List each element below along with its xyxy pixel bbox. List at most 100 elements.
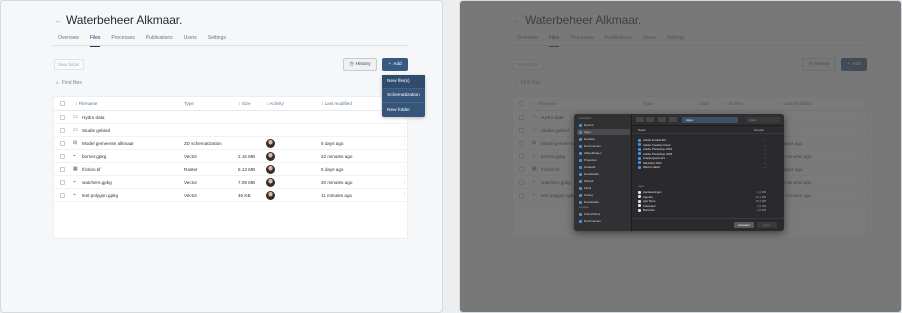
row-checkbox[interactable]	[60, 128, 65, 133]
folder-icon	[638, 138, 641, 142]
arrow-left-icon[interactable]: ←	[55, 18, 62, 25]
table-row[interactable]: ⌁ borner.gpkg Vector 2.15 MB 22 minutes ago ⋮	[54, 150, 407, 163]
sidebar-item[interactable]: Projecten	[577, 157, 630, 163]
folder-icon	[579, 186, 582, 190]
sidebar-item[interactable]: Apps	[577, 129, 630, 135]
page-title: Waterbeheer Alkmaar.	[66, 13, 183, 27]
sidebar-item[interactable]: Muziek	[577, 178, 630, 184]
table-row[interactable]: ⌁ test polygon.gpkg Vector 46 KB 11 minutes …	[54, 189, 407, 202]
cancel-button[interactable]: Annuleer	[734, 222, 754, 228]
row-checkbox[interactable]	[60, 141, 65, 146]
favorites-header: Favorieten	[579, 117, 592, 120]
list-item[interactable]: Wacom tablet --	[638, 165, 778, 169]
dialog-column-header: Naam Grootte	[632, 126, 784, 134]
folder-icon	[638, 143, 641, 146]
back-nav-button[interactable]	[636, 117, 644, 122]
folder-icon	[579, 219, 582, 223]
list-item[interactable]: Sketchup 2024 --	[638, 161, 778, 165]
file-type: Vector	[184, 180, 198, 185]
avatar	[266, 165, 275, 174]
vector-icon: ⌁	[73, 192, 77, 198]
menu-item-new-folder[interactable]: New folder	[382, 103, 425, 117]
row-checkbox[interactable]	[60, 180, 65, 185]
sidebar-item[interactable]: Films	[577, 185, 630, 191]
sidebar-item-documents[interactable]: Documenten	[577, 218, 630, 224]
more-options-icon[interactable]: ⋮	[402, 166, 407, 172]
forward-nav-button[interactable]	[646, 117, 654, 122]
row-checkbox[interactable]	[60, 167, 65, 172]
last-modified: 20 minutes ago	[321, 180, 353, 185]
select-all-checkbox[interactable]	[60, 101, 65, 106]
row-checkbox[interactable]	[60, 115, 65, 120]
sidebar-item[interactable]: Downloads	[577, 171, 630, 177]
open-button[interactable]: Open	[757, 222, 777, 228]
column-last-modified[interactable]: ↕ Last modified	[321, 101, 352, 106]
search-field[interactable]: ⌕ Find files	[56, 80, 82, 86]
dialog-search-input[interactable]: Zoek	[746, 117, 780, 123]
dialog-sidebar: Favorieten Recent Apps Desktop Documenten Af…	[574, 114, 632, 231]
column-activity[interactable]: ↕ Activity	[266, 101, 284, 106]
file-name: Model gemeente alkmaar	[82, 141, 134, 146]
location-popup[interactable]: Apps	[682, 117, 738, 123]
files-table: ↕ Filename Type ↕ Size ↕ Activity ↕ Last…	[53, 96, 408, 239]
last-modified: 5 days ago	[321, 167, 344, 172]
more-options-icon[interactable]: ⋮	[402, 179, 407, 185]
column-type[interactable]: Type	[184, 101, 194, 106]
last-modified: 5 days ago	[321, 141, 344, 146]
list-item[interactable]: App Store 18,3 MB	[638, 199, 778, 203]
sidebar-item[interactable]: Downloads	[577, 199, 630, 205]
sidebar-item[interactable]: Desktop	[577, 136, 630, 142]
app-icon	[638, 199, 641, 203]
list-item[interactable]: Agenda 12,1 MB	[638, 195, 778, 199]
list-item[interactable]: Automator 4,6 MB	[638, 204, 778, 208]
table-row[interactable]: ▭ Hydro data ⋮	[54, 111, 407, 124]
file-type: Raster	[184, 167, 198, 172]
more-options-icon[interactable]: ⋮	[402, 127, 407, 133]
table-row[interactable]: ⌁ watchers.gpkg Vector 7.09 MB 20 minutes ag…	[54, 176, 407, 189]
add-button[interactable]: + Add	[382, 58, 408, 71]
file-size: 5.13 MB	[238, 167, 256, 172]
locations-header: Locaties	[579, 206, 589, 209]
column-name[interactable]: Naam	[638, 128, 646, 132]
column-size[interactable]: Grootte	[754, 128, 764, 132]
sidebar-item[interactable]: Documenten	[577, 143, 630, 149]
sidebar-item-icloud[interactable]: iCloud Drive	[577, 211, 630, 217]
folder-icon	[579, 200, 582, 204]
history-button[interactable]: ◷ History	[343, 58, 377, 71]
list-item[interactable]: Adobe Acrobat DC --	[638, 138, 778, 142]
folder-icon	[579, 137, 582, 141]
list-item[interactable]: Aantekeningen 4,4 MB	[638, 190, 778, 194]
sidebar-item[interactable]: Gedeeld	[577, 164, 630, 170]
table-row[interactable]: ▦ friction.tif Raster 5.13 MB 5 days ago ⋮	[54, 163, 407, 176]
menu-item-schematization[interactable]: Schematization	[382, 89, 425, 103]
list-item[interactable]: Adobe Photoshop 2024 --	[638, 147, 778, 151]
more-options-icon[interactable]: ⋮	[402, 153, 407, 159]
file-size: 2.15 MB	[238, 154, 256, 159]
group-button[interactable]	[669, 117, 677, 122]
file-size: 46 KB	[238, 193, 251, 198]
row-checkbox[interactable]	[60, 154, 65, 159]
list-item[interactable]: Hulpprogramma's --	[638, 156, 778, 160]
sidebar-item[interactable]: Recent	[577, 122, 630, 128]
folder-icon	[579, 179, 582, 183]
sidebar-item[interactable]: Afbeeldingen	[577, 150, 630, 156]
list-item[interactable]: Adobe Creative Cloud --	[638, 143, 778, 147]
add-dropdown-menu: New file(s) Schematization New folder	[382, 75, 425, 117]
menu-item-new-files[interactable]: New file(s)	[382, 75, 425, 89]
list-item[interactable]: Berichten 3,6 MB	[638, 208, 778, 212]
sidebar-item[interactable]: Overig	[577, 192, 630, 198]
column-filename[interactable]: ↕ Filename	[75, 101, 97, 106]
view-mode-button[interactable]	[658, 117, 666, 122]
new-folder-button[interactable]: New folder	[54, 59, 84, 70]
more-options-icon[interactable]: ⋮	[402, 140, 407, 146]
group-label: Apps	[638, 184, 645, 188]
column-size[interactable]: ↕ Size	[238, 101, 251, 106]
table-row[interactable]: ▭ Studie gebied ⋮	[54, 124, 407, 137]
more-options-icon[interactable]: ⋮	[402, 192, 407, 198]
history-label: History	[355, 62, 371, 67]
row-checkbox[interactable]	[60, 193, 65, 198]
search-icon: ⌕	[56, 80, 59, 86]
last-modified: 22 minutes ago	[321, 154, 353, 159]
table-row[interactable]: ⊞ Model gemeente alkmaar 2D schematization…	[54, 137, 407, 150]
list-item[interactable]: Adobe Photoshop 2025 --	[638, 152, 778, 156]
